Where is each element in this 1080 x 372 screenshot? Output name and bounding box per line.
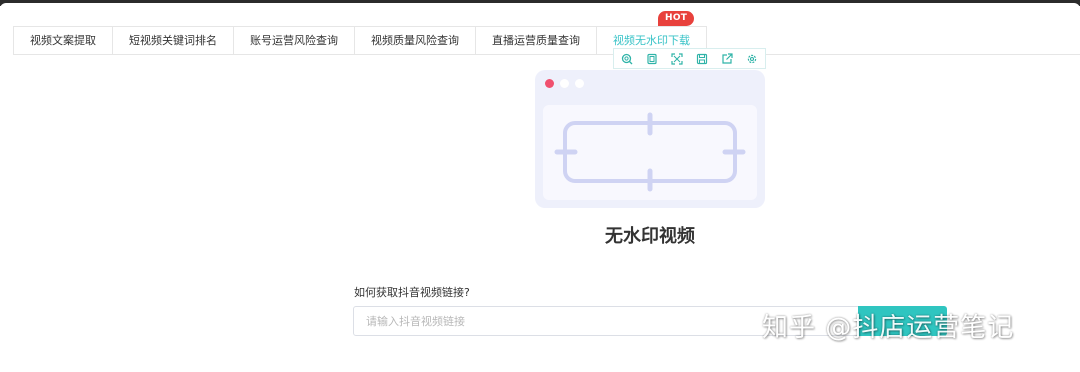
tab-keyword-ranking[interactable]: 短视频关键词排名 <box>113 27 234 55</box>
red-dot <box>545 79 554 88</box>
copy-icon[interactable] <box>645 52 659 66</box>
hot-badge: HOT <box>658 11 695 26</box>
tab-bar: 视频文案提取 短视频关键词排名 账号运营风险查询 视频质量风险查询 直播运营质量… <box>13 26 707 55</box>
tab-video-text-extract[interactable]: 视频文案提取 <box>14 27 113 55</box>
tab-live-quality[interactable]: 直播运营质量查询 <box>476 27 597 55</box>
help-link[interactable]: 如何获取抖音视频链接? <box>354 284 470 300</box>
frame-icon <box>554 112 746 192</box>
page-title: 无水印视频 <box>605 226 695 247</box>
fullscreen-icon[interactable] <box>670 52 684 66</box>
white-dot <box>560 79 569 88</box>
tab-divider <box>13 54 1080 55</box>
watermark-text: 知乎 @抖店运营笔记 <box>762 313 1015 343</box>
window-dots <box>545 79 584 88</box>
share-icon[interactable] <box>720 52 734 66</box>
tab-video-quality-risk[interactable]: 视频质量风险查询 <box>355 27 476 55</box>
floating-toolbar <box>613 48 766 69</box>
tab-account-risk[interactable]: 账号运营风险查询 <box>234 27 355 55</box>
white-dot <box>575 79 584 88</box>
save-icon[interactable] <box>695 52 709 66</box>
settings-icon[interactable] <box>745 52 759 66</box>
illustration-panel <box>543 105 757 200</box>
window-top-edge <box>0 0 1080 9</box>
video-placeholder-illustration <box>535 70 765 208</box>
search-icon[interactable] <box>620 52 634 66</box>
